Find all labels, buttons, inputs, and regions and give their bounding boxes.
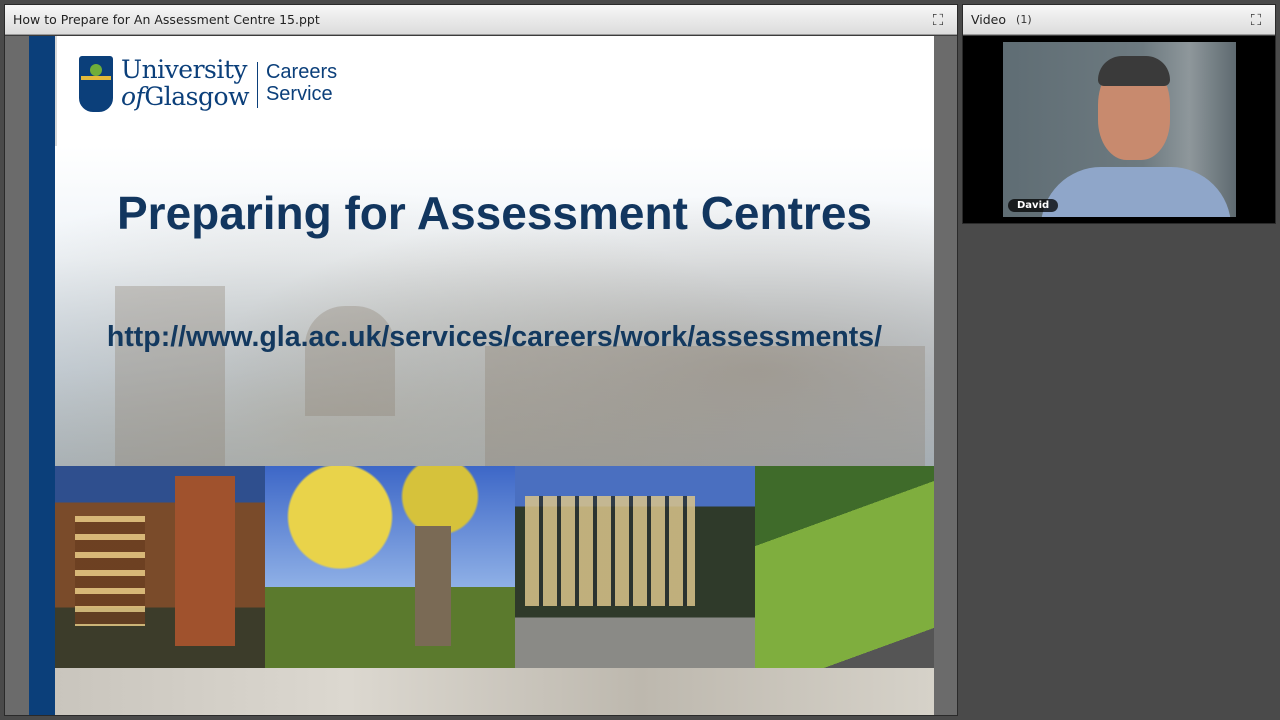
video-pod: Video (1) ⛶ David (962, 4, 1276, 224)
photo-strip (55, 466, 934, 668)
university-name: University ofGlasgow (121, 56, 249, 110)
video-pod-title: Video (971, 12, 1007, 27)
campus-photo-tower-trees (265, 466, 515, 668)
participant-name-tag: David (1008, 199, 1059, 212)
presenter-body (1041, 167, 1231, 217)
share-content-area: University ofGlasgow Careers Service Pre… (5, 36, 957, 715)
university-name-line1: University (121, 55, 248, 84)
university-name-of: of (121, 82, 145, 111)
crest-icon (79, 56, 113, 112)
slide-bottom-band (55, 668, 934, 715)
presentation-slide: University ofGlasgow Careers Service Pre… (29, 36, 934, 715)
slide-url: http://www.gla.ac.uk/services/careers/wo… (106, 321, 883, 353)
expand-icon[interactable]: ⛶ (929, 11, 947, 29)
slide-side-stripe (29, 36, 57, 715)
share-pod-titlebar: How to Prepare for An Assessment Centre … (5, 5, 957, 35)
video-feed[interactable]: David (1003, 42, 1236, 217)
careers-service-label: Careers Service (266, 61, 337, 105)
careers-label: Careers (265, 61, 338, 83)
share-pod-title: How to Prepare for An Assessment Centre … (13, 12, 320, 27)
share-pod: How to Prepare for An Assessment Centre … (4, 4, 958, 716)
campus-photo-library (515, 466, 755, 668)
campus-photo-buildings (55, 466, 265, 668)
expand-icon[interactable]: ⛶ (1247, 11, 1265, 29)
service-label: Service (265, 83, 333, 105)
university-name-glasgow: Glasgow (144, 82, 249, 111)
slide-title: Preparing for Assessment Centres (116, 187, 872, 239)
video-pod-titlebar: Video (1) ⛶ (963, 5, 1275, 35)
university-name-line2: ofGlasgow (121, 83, 249, 110)
tower-silhouette (115, 286, 225, 466)
building-silhouette (485, 346, 925, 466)
university-logo: University ofGlasgow Careers Service (79, 56, 337, 112)
presenter-hair (1098, 56, 1170, 86)
participant-count: (1) (1016, 13, 1032, 26)
video-area: David (963, 36, 1275, 223)
logo-divider (256, 62, 258, 108)
campus-photo-lawn (755, 466, 934, 668)
